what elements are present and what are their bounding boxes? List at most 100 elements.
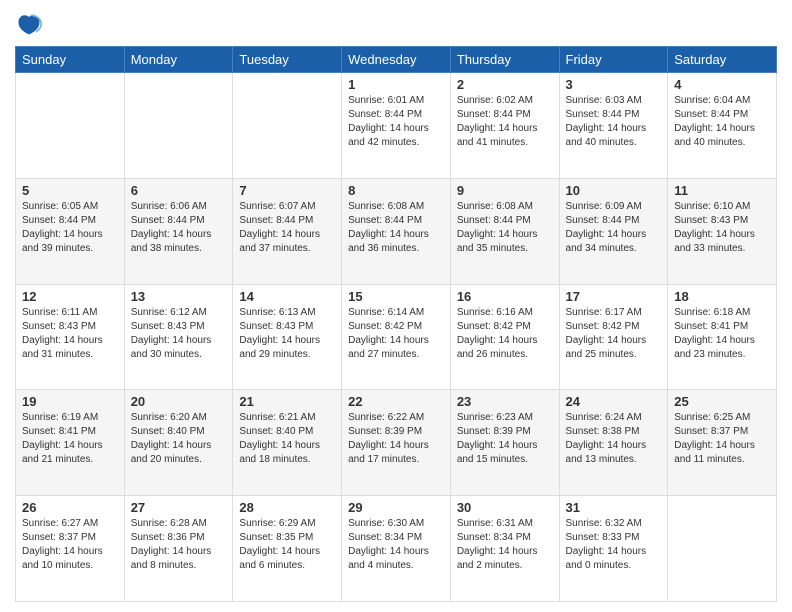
day-info: Sunrise: 6:04 AMSunset: 8:44 PMDaylight:… [674,94,770,150]
day-number: 24 [566,394,662,409]
calendar-week-0: 1Sunrise: 6:01 AMSunset: 8:44 PMDaylight… [16,73,777,179]
day-number: 14 [239,289,335,304]
day-header-sunday: Sunday [16,47,125,73]
day-number: 29 [348,500,444,515]
day-number: 31 [566,500,662,515]
day-info: Sunrise: 6:31 AMSunset: 8:34 PMDaylight:… [457,517,553,573]
table-row: 31 Sunrise: 6:32 AMSunset: 8:33 PMDayligh… [559,496,668,602]
day-info: Sunrise: 6:30 AMSunset: 8:34 PMDaylight:… [348,517,444,573]
table-row: 21 Sunrise: 6:21 AMSunset: 8:40 PMDayligh… [233,390,342,496]
day-number: 16 [457,289,553,304]
day-number: 3 [566,77,662,92]
day-number: 13 [131,289,227,304]
day-number: 7 [239,183,335,198]
day-info: Sunrise: 6:16 AMSunset: 8:42 PMDaylight:… [457,306,553,362]
table-row [233,73,342,179]
day-info: Sunrise: 6:06 AMSunset: 8:44 PMDaylight:… [131,200,227,256]
day-info: Sunrise: 6:19 AMSunset: 8:41 PMDaylight:… [22,411,118,467]
day-info: Sunrise: 6:32 AMSunset: 8:33 PMDaylight:… [566,517,662,573]
day-info: Sunrise: 6:22 AMSunset: 8:39 PMDaylight:… [348,411,444,467]
day-number: 20 [131,394,227,409]
table-row: 22 Sunrise: 6:22 AMSunset: 8:39 PMDayligh… [342,390,451,496]
table-row: 19 Sunrise: 6:19 AMSunset: 8:41 PMDayligh… [16,390,125,496]
day-info: Sunrise: 6:21 AMSunset: 8:40 PMDaylight:… [239,411,335,467]
table-row [668,496,777,602]
calendar-week-2: 12Sunrise: 6:11 AMSunset: 8:43 PMDayligh… [16,284,777,390]
day-info: Sunrise: 6:11 AMSunset: 8:43 PMDaylight:… [22,306,118,362]
day-info: Sunrise: 6:25 AMSunset: 8:37 PMDaylight:… [674,411,770,467]
table-row: 25Sunrise: 6:25 AMSunset: 8:37 PMDayligh… [668,390,777,496]
day-info: Sunrise: 6:18 AMSunset: 8:41 PMDaylight:… [674,306,770,362]
day-number: 17 [566,289,662,304]
table-row: 15 Sunrise: 6:14 AMSunset: 8:42 PMDayligh… [342,284,451,390]
table-row: 7 Sunrise: 6:07 AMSunset: 8:44 PMDaylight… [233,178,342,284]
day-header-wednesday: Wednesday [342,47,451,73]
day-info: Sunrise: 6:28 AMSunset: 8:36 PMDaylight:… [131,517,227,573]
table-row: 3 Sunrise: 6:03 AMSunset: 8:44 PMDaylight… [559,73,668,179]
day-info: Sunrise: 6:23 AMSunset: 8:39 PMDaylight:… [457,411,553,467]
day-info: Sunrise: 6:12 AMSunset: 8:43 PMDaylight:… [131,306,227,362]
calendar-page: SundayMondayTuesdayWednesdayThursdayFrid… [0,0,792,612]
day-number: 1 [348,77,444,92]
table-row: 13 Sunrise: 6:12 AMSunset: 8:43 PMDayligh… [124,284,233,390]
day-number: 9 [457,183,553,198]
day-info: Sunrise: 6:03 AMSunset: 8:44 PMDaylight:… [566,94,662,150]
calendar-week-1: 5 Sunrise: 6:05 AMSunset: 8:44 PMDaylight… [16,178,777,284]
day-info: Sunrise: 6:08 AMSunset: 8:44 PMDaylight:… [348,200,444,256]
table-row: 26Sunrise: 6:27 AMSunset: 8:37 PMDayligh… [16,496,125,602]
day-number: 18 [674,289,770,304]
day-number: 15 [348,289,444,304]
table-row: 20 Sunrise: 6:20 AMSunset: 8:40 PMDayligh… [124,390,233,496]
day-header-tuesday: Tuesday [233,47,342,73]
day-info: Sunrise: 6:20 AMSunset: 8:40 PMDaylight:… [131,411,227,467]
day-number: 5 [22,183,118,198]
day-number: 27 [131,500,227,515]
table-row [124,73,233,179]
day-info: Sunrise: 6:05 AMSunset: 8:44 PMDaylight:… [22,200,118,256]
logo [15,10,47,38]
header [15,10,777,38]
day-info: Sunrise: 6:07 AMSunset: 8:44 PMDaylight:… [239,200,335,256]
table-row: 16 Sunrise: 6:16 AMSunset: 8:42 PMDayligh… [450,284,559,390]
table-row: 24Sunrise: 6:24 AMSunset: 8:38 PMDayligh… [559,390,668,496]
day-number: 30 [457,500,553,515]
table-row: 18 Sunrise: 6:18 AMSunset: 8:41 PMDayligh… [668,284,777,390]
header-row: SundayMondayTuesdayWednesdayThursdayFrid… [16,47,777,73]
table-row: 1Sunrise: 6:01 AMSunset: 8:44 PMDaylight… [342,73,451,179]
table-row: 11Sunrise: 6:10 AMSunset: 8:43 PMDayligh… [668,178,777,284]
table-row: 10 Sunrise: 6:09 AMSunset: 8:44 PMDayligh… [559,178,668,284]
table-row: 27 Sunrise: 6:28 AMSunset: 8:36 PMDayligh… [124,496,233,602]
day-number: 28 [239,500,335,515]
day-info: Sunrise: 6:13 AMSunset: 8:43 PMDaylight:… [239,306,335,362]
logo-icon [15,10,43,38]
day-number: 21 [239,394,335,409]
day-number: 23 [457,394,553,409]
calendar-week-3: 19 Sunrise: 6:19 AMSunset: 8:41 PMDayligh… [16,390,777,496]
day-number: 22 [348,394,444,409]
day-header-friday: Friday [559,47,668,73]
day-info: Sunrise: 6:09 AMSunset: 8:44 PMDaylight:… [566,200,662,256]
day-info: Sunrise: 6:27 AMSunset: 8:37 PMDaylight:… [22,517,118,573]
day-info: Sunrise: 6:02 AMSunset: 8:44 PMDaylight:… [457,94,553,150]
table-row: 12Sunrise: 6:11 AMSunset: 8:43 PMDayligh… [16,284,125,390]
day-number: 2 [457,77,553,92]
table-row [16,73,125,179]
day-header-thursday: Thursday [450,47,559,73]
day-info: Sunrise: 6:14 AMSunset: 8:42 PMDaylight:… [348,306,444,362]
table-row: 14 Sunrise: 6:13 AMSunset: 8:43 PMDayligh… [233,284,342,390]
day-info: Sunrise: 6:29 AMSunset: 8:35 PMDaylight:… [239,517,335,573]
table-row: 6 Sunrise: 6:06 AMSunset: 8:44 PMDaylight… [124,178,233,284]
day-number: 19 [22,394,118,409]
day-number: 10 [566,183,662,198]
table-row: 5 Sunrise: 6:05 AMSunset: 8:44 PMDaylight… [16,178,125,284]
day-info: Sunrise: 6:17 AMSunset: 8:42 PMDaylight:… [566,306,662,362]
day-number: 8 [348,183,444,198]
table-row: 2 Sunrise: 6:02 AMSunset: 8:44 PMDaylight… [450,73,559,179]
day-header-monday: Monday [124,47,233,73]
day-number: 4 [674,77,770,92]
calendar-table: SundayMondayTuesdayWednesdayThursdayFrid… [15,46,777,602]
day-number: 6 [131,183,227,198]
table-row: 30 Sunrise: 6:31 AMSunset: 8:34 PMDayligh… [450,496,559,602]
table-row: 8 Sunrise: 6:08 AMSunset: 8:44 PMDaylight… [342,178,451,284]
day-info: Sunrise: 6:08 AMSunset: 8:44 PMDaylight:… [457,200,553,256]
